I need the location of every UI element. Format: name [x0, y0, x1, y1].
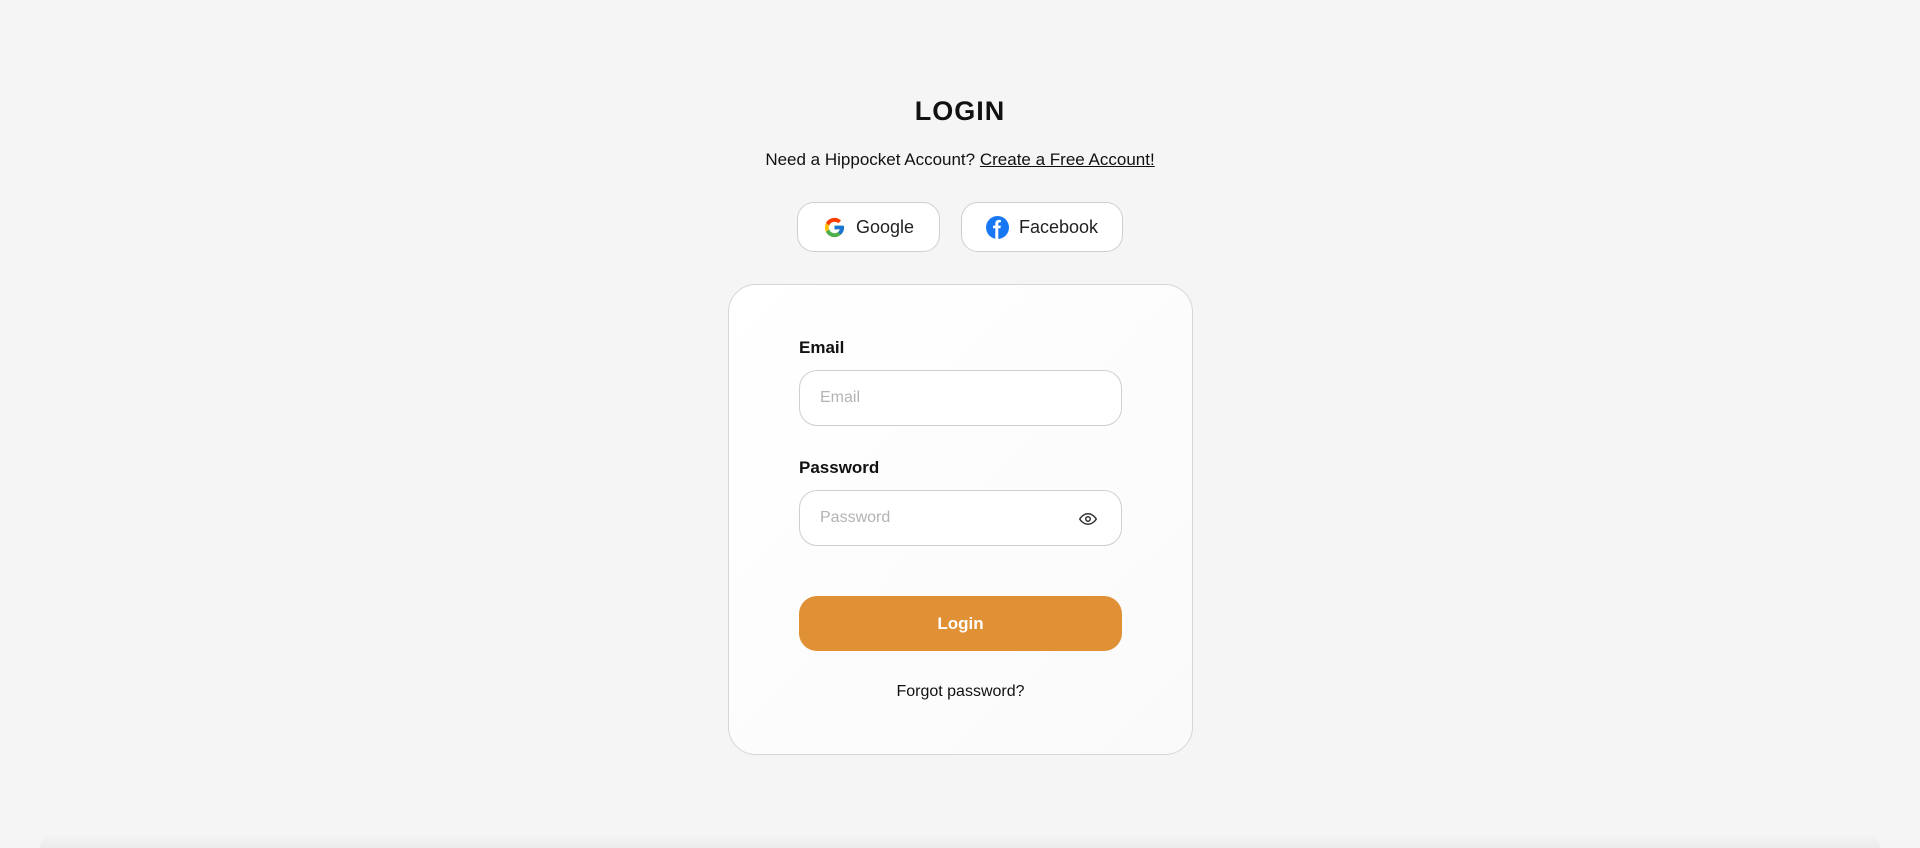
bottom-panel-edge: [40, 834, 1880, 848]
password-input[interactable]: [800, 491, 1121, 545]
signup-prompt-text: Need a Hippocket Account?: [765, 150, 976, 169]
login-card: Email Password Login Forgot password?: [728, 284, 1193, 755]
login-button[interactable]: Login: [799, 596, 1122, 651]
google-button-label: Google: [855, 216, 915, 237]
page-title: LOGIN: [914, 96, 1006, 126]
forgot-password-link[interactable]: Forgot password?: [729, 683, 1192, 701]
facebook-login-button[interactable]: Facebook: [961, 202, 1123, 252]
google-icon: [823, 216, 846, 239]
eye-icon[interactable]: [1079, 510, 1097, 528]
password-label: Password: [799, 458, 880, 477]
google-login-button[interactable]: Google: [797, 202, 940, 252]
email-field-wrapper: [799, 370, 1122, 426]
email-label: Email: [799, 338, 845, 357]
social-login-row: Google Facebook: [797, 202, 1123, 252]
signup-prompt: Need a Hippocket Account? Create a Free …: [0, 150, 1920, 170]
facebook-icon: [985, 215, 1009, 239]
create-account-link[interactable]: Create a Free Account!: [980, 150, 1155, 169]
email-input[interactable]: [800, 371, 1121, 425]
facebook-button-label: Facebook: [1018, 216, 1099, 237]
login-page: LOGIN Need a Hippocket Account? Create a…: [0, 0, 1920, 848]
password-field-wrapper: [799, 490, 1122, 546]
